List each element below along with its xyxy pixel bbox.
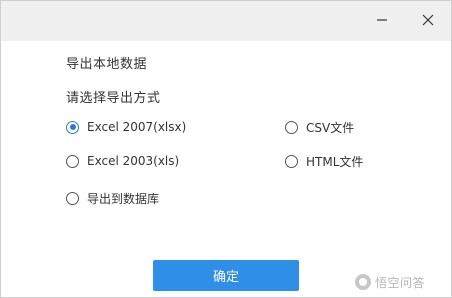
- option-excel-2003[interactable]: Excel 2003(xls): [66, 151, 179, 171]
- close-button[interactable]: [417, 9, 439, 31]
- option-excel-2007[interactable]: Excel 2007(xlsx): [66, 117, 186, 137]
- watermark: 悟空问答: [355, 272, 425, 292]
- export-method-prompt: 请选择导出方式: [66, 91, 161, 106]
- option-html[interactable]: HTML文件: [285, 151, 363, 171]
- minus-icon: [377, 19, 387, 21]
- option-label: Excel 2003(xls): [87, 154, 180, 168]
- dialog-titlebar: [1, 1, 451, 41]
- radio-button[interactable]: [66, 191, 79, 205]
- wukong-logo-icon: [355, 274, 371, 290]
- option-label: 导出到数据库: [87, 191, 160, 206]
- minimize-button[interactable]: [371, 9, 393, 31]
- radio-button[interactable]: [66, 154, 79, 168]
- radio-button-checked[interactable]: [66, 120, 79, 134]
- radio-button[interactable]: [285, 120, 298, 134]
- option-label: HTML文件: [306, 154, 364, 169]
- close-icon: [422, 14, 434, 26]
- option-label: CSV文件: [306, 120, 355, 135]
- option-label: Excel 2007(xlsx): [87, 120, 187, 134]
- confirm-button[interactable]: 确定: [153, 260, 299, 291]
- export-dialog: 导出本地数据 请选择导出方式 Excel 2007(xlsx) CSV文件 Ex…: [0, 0, 452, 298]
- radio-button[interactable]: [285, 154, 298, 168]
- option-csv[interactable]: CSV文件: [285, 117, 354, 137]
- watermark-text: 悟空问答: [375, 275, 426, 290]
- option-database[interactable]: 导出到数据库: [66, 188, 159, 208]
- dialog-title: 导出本地数据: [66, 57, 148, 72]
